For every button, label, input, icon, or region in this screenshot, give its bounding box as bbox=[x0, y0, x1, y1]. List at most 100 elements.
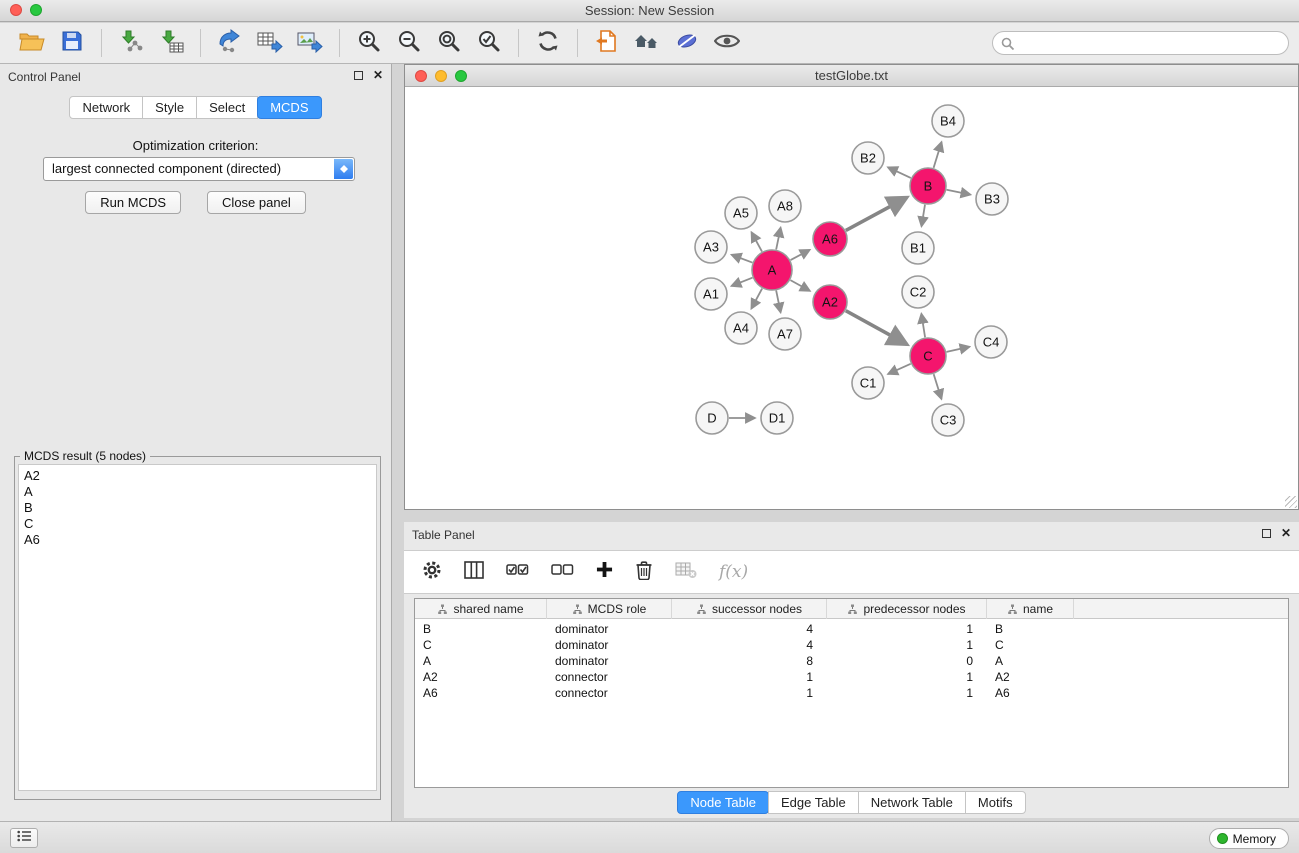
search-input[interactable] bbox=[1019, 33, 1281, 53]
edge-A2-C[interactable] bbox=[846, 311, 907, 345]
network-graph[interactable]: B4B2BB3A5A8A6B1A3AC2A1A2A4A7C4CC1C3DD1 bbox=[405, 87, 1298, 509]
table-row[interactable]: Adominator80A bbox=[415, 653, 1288, 669]
save-session-button[interactable] bbox=[55, 27, 89, 59]
delete-table-button[interactable] bbox=[675, 561, 697, 584]
table-cell[interactable]: 0 bbox=[827, 653, 987, 669]
table-cell[interactable]: B bbox=[987, 621, 1074, 637]
table-cell[interactable]: dominator bbox=[547, 637, 672, 653]
table-cell[interactable]: 8 bbox=[672, 653, 827, 669]
network-node-A4[interactable]: A4 bbox=[725, 312, 757, 344]
network-canvas[interactable]: B4B2BB3A5A8A6B1A3AC2A1A2A4A7C4CC1C3DD1 bbox=[405, 87, 1298, 509]
column-header-predecessor-nodes[interactable]: predecessor nodes bbox=[827, 599, 987, 619]
zoom-in-button[interactable] bbox=[352, 27, 386, 59]
network-node-B4[interactable]: B4 bbox=[932, 105, 964, 137]
network-node-A2[interactable]: A2 bbox=[813, 285, 847, 319]
table-cell[interactable]: A6 bbox=[415, 685, 547, 701]
table-cell[interactable]: 1 bbox=[827, 621, 987, 637]
close-panel-icon[interactable]: ✕ bbox=[373, 69, 383, 81]
refresh-button[interactable] bbox=[531, 27, 565, 59]
column-header-MCDS-role[interactable]: MCDS role bbox=[547, 599, 672, 619]
network-window-titlebar[interactable]: testGlobe.txt bbox=[405, 65, 1298, 87]
memory-button[interactable]: Memory bbox=[1209, 828, 1289, 849]
network-node-A6[interactable]: A6 bbox=[813, 222, 847, 256]
table-cell[interactable]: dominator bbox=[547, 621, 672, 637]
open-session-button[interactable] bbox=[15, 27, 49, 59]
mcds-result-item[interactable]: A2 bbox=[24, 468, 371, 484]
float-table-panel-icon[interactable] bbox=[1262, 529, 1271, 538]
edge-A-A6[interactable] bbox=[791, 250, 810, 260]
import-network-file-button[interactable] bbox=[114, 27, 148, 59]
delete-column-button[interactable] bbox=[635, 560, 653, 585]
network-node-D1[interactable]: D1 bbox=[761, 402, 793, 434]
table-cell[interactable]: 1 bbox=[827, 637, 987, 653]
mcds-result-item[interactable]: C bbox=[24, 516, 371, 532]
table-tab-node-table[interactable]: Node Table bbox=[677, 791, 769, 814]
table-cell[interactable]: B bbox=[415, 621, 547, 637]
table-cell[interactable]: 1 bbox=[672, 685, 827, 701]
mcds-result-item[interactable]: A6 bbox=[24, 532, 371, 548]
table-cell[interactable]: A6 bbox=[987, 685, 1074, 701]
table-tab-motifs[interactable]: Motifs bbox=[965, 791, 1026, 814]
edge-C-C4[interactable] bbox=[947, 347, 970, 352]
table-tab-network-table[interactable]: Network Table bbox=[858, 791, 966, 814]
network-node-A[interactable]: A bbox=[752, 250, 792, 290]
edge-A6-B[interactable] bbox=[846, 197, 907, 230]
network-node-C2[interactable]: C2 bbox=[902, 276, 934, 308]
edge-A-A2[interactable] bbox=[790, 280, 809, 291]
show-panels-button[interactable] bbox=[10, 828, 38, 848]
table-cell[interactable]: A bbox=[415, 653, 547, 669]
table-cell[interactable]: connector bbox=[547, 685, 672, 701]
mcds-result-item[interactable]: A bbox=[24, 484, 371, 500]
show-details-button[interactable] bbox=[710, 27, 744, 59]
clone-network-button[interactable] bbox=[590, 27, 624, 59]
edge-A-A3[interactable] bbox=[732, 255, 753, 263]
home-button[interactable] bbox=[630, 27, 664, 59]
criterion-dropdown[interactable]: largest connected component (directed) bbox=[43, 157, 355, 181]
edge-B-B1[interactable] bbox=[922, 205, 925, 227]
function-builder-button[interactable]: f(x) bbox=[719, 562, 748, 582]
table-cell[interactable]: A2 bbox=[987, 669, 1074, 685]
deselect-all-button[interactable] bbox=[551, 562, 574, 583]
table-row[interactable]: A2connector11A2 bbox=[415, 669, 1288, 685]
table-cell[interactable]: connector bbox=[547, 669, 672, 685]
import-table-file-button[interactable] bbox=[154, 27, 188, 59]
column-header-shared-name[interactable]: shared name bbox=[415, 599, 547, 619]
show-columns-button[interactable] bbox=[464, 561, 484, 584]
network-node-A7[interactable]: A7 bbox=[769, 318, 801, 350]
select-all-button[interactable] bbox=[506, 562, 529, 583]
table-cell[interactable]: A2 bbox=[415, 669, 547, 685]
table-settings-button[interactable] bbox=[422, 560, 442, 585]
control-panel-tab-style[interactable]: Style bbox=[142, 96, 197, 119]
edge-A-A5[interactable] bbox=[752, 232, 762, 251]
network-node-D[interactable]: D bbox=[696, 402, 728, 434]
table-cell[interactable]: 1 bbox=[827, 685, 987, 701]
network-node-A5[interactable]: A5 bbox=[725, 197, 757, 229]
edge-B-B4[interactable] bbox=[934, 142, 942, 168]
style-paint-button[interactable] bbox=[670, 27, 704, 59]
edge-C-C3[interactable] bbox=[934, 374, 942, 399]
control-panel-tab-select[interactable]: Select bbox=[196, 96, 258, 119]
network-node-B3[interactable]: B3 bbox=[976, 183, 1008, 215]
network-node-C3[interactable]: C3 bbox=[932, 404, 964, 436]
network-node-C4[interactable]: C4 bbox=[975, 326, 1007, 358]
table-cell[interactable]: A bbox=[987, 653, 1074, 669]
table-cell[interactable]: C bbox=[415, 637, 547, 653]
column-header-name[interactable]: name bbox=[987, 599, 1074, 619]
table-row[interactable]: Bdominator41B bbox=[415, 621, 1288, 637]
network-node-A1[interactable]: A1 bbox=[695, 278, 727, 310]
control-panel-tab-mcds[interactable]: MCDS bbox=[257, 96, 321, 119]
run-mcds-button[interactable]: Run MCDS bbox=[85, 191, 181, 214]
edge-C-C1[interactable] bbox=[888, 364, 911, 374]
column-header-successor-nodes[interactable]: successor nodes bbox=[672, 599, 827, 619]
edge-B-B3[interactable] bbox=[947, 190, 971, 195]
close-table-panel-icon[interactable]: ✕ bbox=[1281, 527, 1291, 539]
edge-C-C2[interactable] bbox=[921, 314, 925, 337]
export-table-button[interactable] bbox=[253, 27, 287, 59]
zoom-selected-button[interactable] bbox=[472, 27, 506, 59]
edge-A-A1[interactable] bbox=[731, 278, 752, 286]
network-node-C[interactable]: C bbox=[910, 338, 946, 374]
network-node-B2[interactable]: B2 bbox=[852, 142, 884, 174]
table-cell[interactable]: 4 bbox=[672, 621, 827, 637]
network-node-B1[interactable]: B1 bbox=[902, 232, 934, 264]
close-panel-button[interactable]: Close panel bbox=[207, 191, 306, 214]
